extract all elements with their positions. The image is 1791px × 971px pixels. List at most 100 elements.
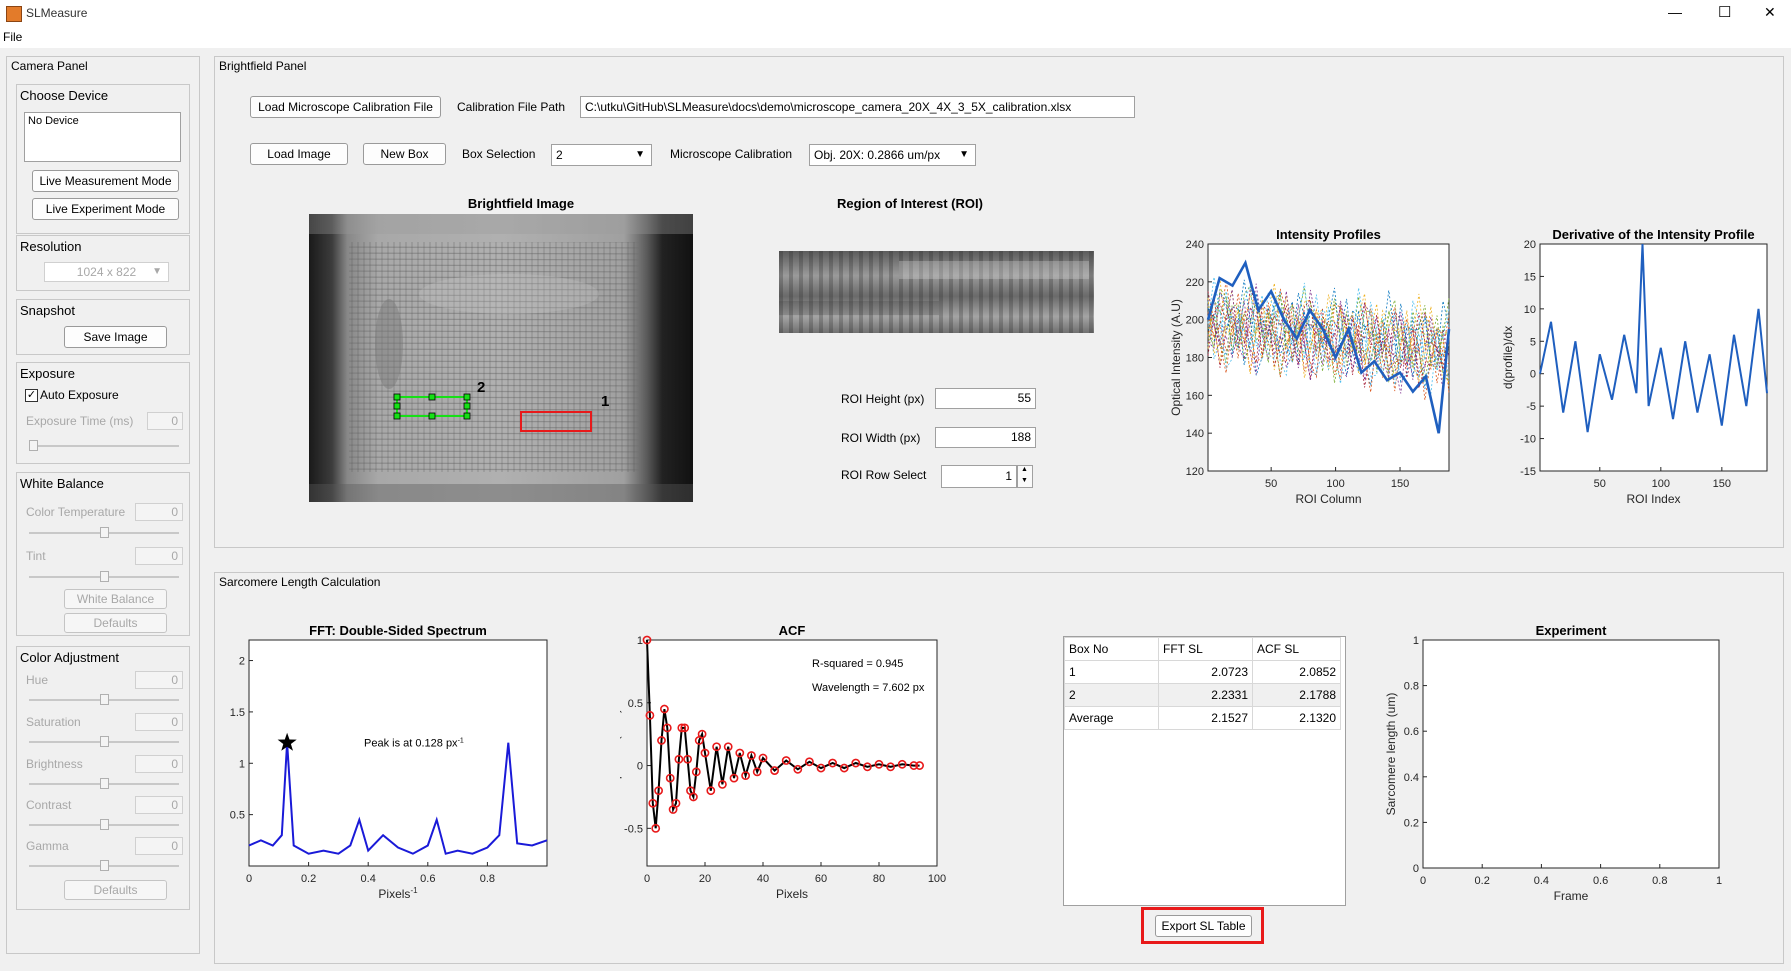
exposure-slider[interactable] (29, 445, 179, 447)
snapshot-group: Snapshot Save Image (16, 299, 190, 355)
y-axis-label: Amplitude (A.U.) (620, 709, 622, 797)
auto-exposure-checkbox[interactable]: ✓ (25, 389, 38, 402)
table-cell[interactable]: 2 (1064, 683, 1159, 707)
gamma-field[interactable]: 0 (135, 837, 183, 855)
spinner-down-icon[interactable]: ▼ (1021, 477, 1028, 484)
tint-field[interactable]: 0 (135, 547, 183, 565)
table-row[interactable]: Average 2.1527 2.1320 (1064, 706, 1341, 730)
hue-slider-thumb[interactable] (100, 694, 109, 705)
saturation-field[interactable]: 0 (135, 713, 183, 731)
roi-width-label: ROI Width (px) (841, 431, 921, 445)
table-header: FFT SL (1158, 637, 1253, 661)
brightness-field[interactable]: 0 (135, 755, 183, 773)
table-cell[interactable]: 1 (1064, 660, 1159, 684)
exposure-time-field[interactable]: 0 (147, 412, 183, 430)
table-cell[interactable]: 2.1788 (1252, 683, 1341, 707)
live-experiment-mode-button[interactable]: Live Experiment Mode (32, 198, 179, 220)
choose-device-title: Choose Device (20, 88, 109, 103)
load-calibration-button[interactable]: Load Microscope Calibration File (250, 96, 441, 118)
chart-title: Derivative of the Intensity Profile (1552, 227, 1754, 242)
new-box-button[interactable]: New Box (363, 143, 446, 165)
live-measurement-mode-button[interactable]: Live Measurement Mode (32, 170, 179, 192)
y-tick-label: 160 (1186, 390, 1204, 402)
color-temperature-field[interactable]: 0 (135, 503, 183, 521)
table-cell[interactable]: 2.1320 (1252, 706, 1341, 730)
save-image-button[interactable]: Save Image (64, 326, 167, 348)
table-cell[interactable]: 2.1527 (1158, 706, 1253, 730)
contrast-slider-thumb[interactable] (100, 819, 109, 830)
contrast-label: Contrast (26, 798, 72, 812)
white-balance-defaults-button[interactable]: Defaults (64, 613, 167, 633)
hue-field[interactable]: 0 (135, 671, 183, 689)
box-label-1: 1 (601, 393, 609, 410)
box-selection-dropdown[interactable]: 2 ▼ (551, 144, 652, 166)
microscope-calibration-dropdown[interactable]: Obj. 20X: 0.2866 um/px ▼ (809, 144, 976, 166)
table-cell[interactable]: 2.2331 (1158, 683, 1253, 707)
roi-image (779, 251, 1094, 333)
chart-title: FFT: Double-Sided Spectrum (309, 623, 487, 638)
y-tick-label: 140 (1186, 428, 1204, 440)
resolution-title: Resolution (20, 239, 82, 254)
resolution-dropdown[interactable]: 1024 x 822 ▼ (44, 262, 169, 282)
color-adjustment-title: Color Adjustment (20, 650, 119, 665)
close-button[interactable]: ✕ (1764, 4, 1776, 21)
exposure-group: Exposure ✓ Auto Exposure Exposure Time (… (16, 362, 190, 464)
roi-row-select-field[interactable]: 1 (941, 465, 1017, 488)
sl-panel-title: Sarcomere Length Calculation (219, 575, 381, 589)
calibration-path-field[interactable]: C:\utku\GitHub\SLMeasure\docs\demo\micro… (580, 96, 1135, 118)
roi-row-select-label: ROI Row Select (841, 468, 927, 482)
choose-device-group: Choose Device No Device Live Measurement… (16, 84, 190, 234)
load-image-button[interactable]: Load Image (250, 143, 348, 165)
table-cell[interactable]: Average (1064, 706, 1159, 730)
y-tick-label: 5 (1530, 336, 1536, 348)
x-tick-label: 0.6 (1593, 875, 1608, 887)
title-bar: SLMeasure — ☐ ✕ (0, 0, 1791, 28)
maximize-button[interactable]: ☐ (1718, 3, 1731, 21)
sl-panel: Sarcomere Length Calculation FFT: Double… (214, 572, 1784, 964)
y-tick-label: 180 (1186, 353, 1204, 365)
tint-slider-thumb[interactable] (100, 571, 109, 582)
y-tick-label: 1 (637, 635, 643, 647)
color-temperature-slider-thumb[interactable] (100, 527, 109, 538)
experiment-chart: Experiment 0 0.2 0.4 0.6 0.8 1 0 0.2 0.4 0.6 0.8 1 Fr… (1385, 623, 1722, 903)
export-sl-table-button[interactable]: Export SL Table (1155, 915, 1252, 937)
x-tick-label: 20 (699, 873, 711, 885)
y-tick-label: -5 (1526, 401, 1536, 413)
roi-row-spinner[interactable]: ▲ ▼ (1017, 465, 1033, 488)
device-list-item[interactable]: No Device (28, 115, 79, 127)
white-balance-button[interactable]: White Balance (64, 589, 167, 609)
y-tick-label: 20 (1524, 239, 1536, 251)
y-tick-label: -10 (1520, 434, 1536, 446)
x-tick-label: 50 (1594, 478, 1606, 490)
roi-width-field[interactable]: 188 (935, 427, 1036, 448)
brightfield-image[interactable]: 1 2 (309, 214, 693, 502)
menu-bar: File (0, 28, 1791, 48)
y-tick-label: 200 (1186, 315, 1204, 327)
color-temperature-label: Color Temperature (26, 505, 126, 519)
device-list[interactable]: No Device (24, 112, 181, 162)
white-balance-title: White Balance (20, 476, 104, 491)
chevron-down-icon: ▼ (959, 149, 969, 160)
spinner-up-icon[interactable]: ▲ (1021, 466, 1028, 473)
menu-file[interactable]: File (3, 30, 22, 44)
resolution-value: 1024 x 822 (76, 265, 137, 279)
chart-title: Experiment (1536, 623, 1607, 638)
saturation-slider-thumb[interactable] (100, 736, 109, 747)
gamma-slider-thumb[interactable] (100, 860, 109, 871)
contrast-field[interactable]: 0 (135, 796, 183, 814)
table-row[interactable]: 1 2.0723 2.0852 (1064, 660, 1341, 684)
table-cell[interactable]: 2.0852 (1252, 660, 1341, 684)
roi-height-field[interactable]: 55 (935, 388, 1036, 409)
color-adjustment-defaults-button[interactable]: Defaults (64, 880, 167, 900)
chart-title: Intensity Profiles (1276, 227, 1381, 242)
minimize-button[interactable]: — (1668, 4, 1682, 20)
table-row[interactable]: 2 2.2331 2.1788 (1064, 683, 1341, 707)
brightness-slider-thumb[interactable] (100, 778, 109, 789)
exposure-slider-thumb[interactable] (29, 440, 38, 451)
brightfield-image-title: Brightfield Image (467, 196, 575, 211)
x-tick-label: 0.4 (361, 873, 376, 885)
x-tick-label: 0.6 (420, 873, 435, 885)
brightness-label: Brightness (26, 757, 83, 771)
table-cell[interactable]: 2.0723 (1158, 660, 1253, 684)
saturation-label: Saturation (26, 715, 81, 729)
